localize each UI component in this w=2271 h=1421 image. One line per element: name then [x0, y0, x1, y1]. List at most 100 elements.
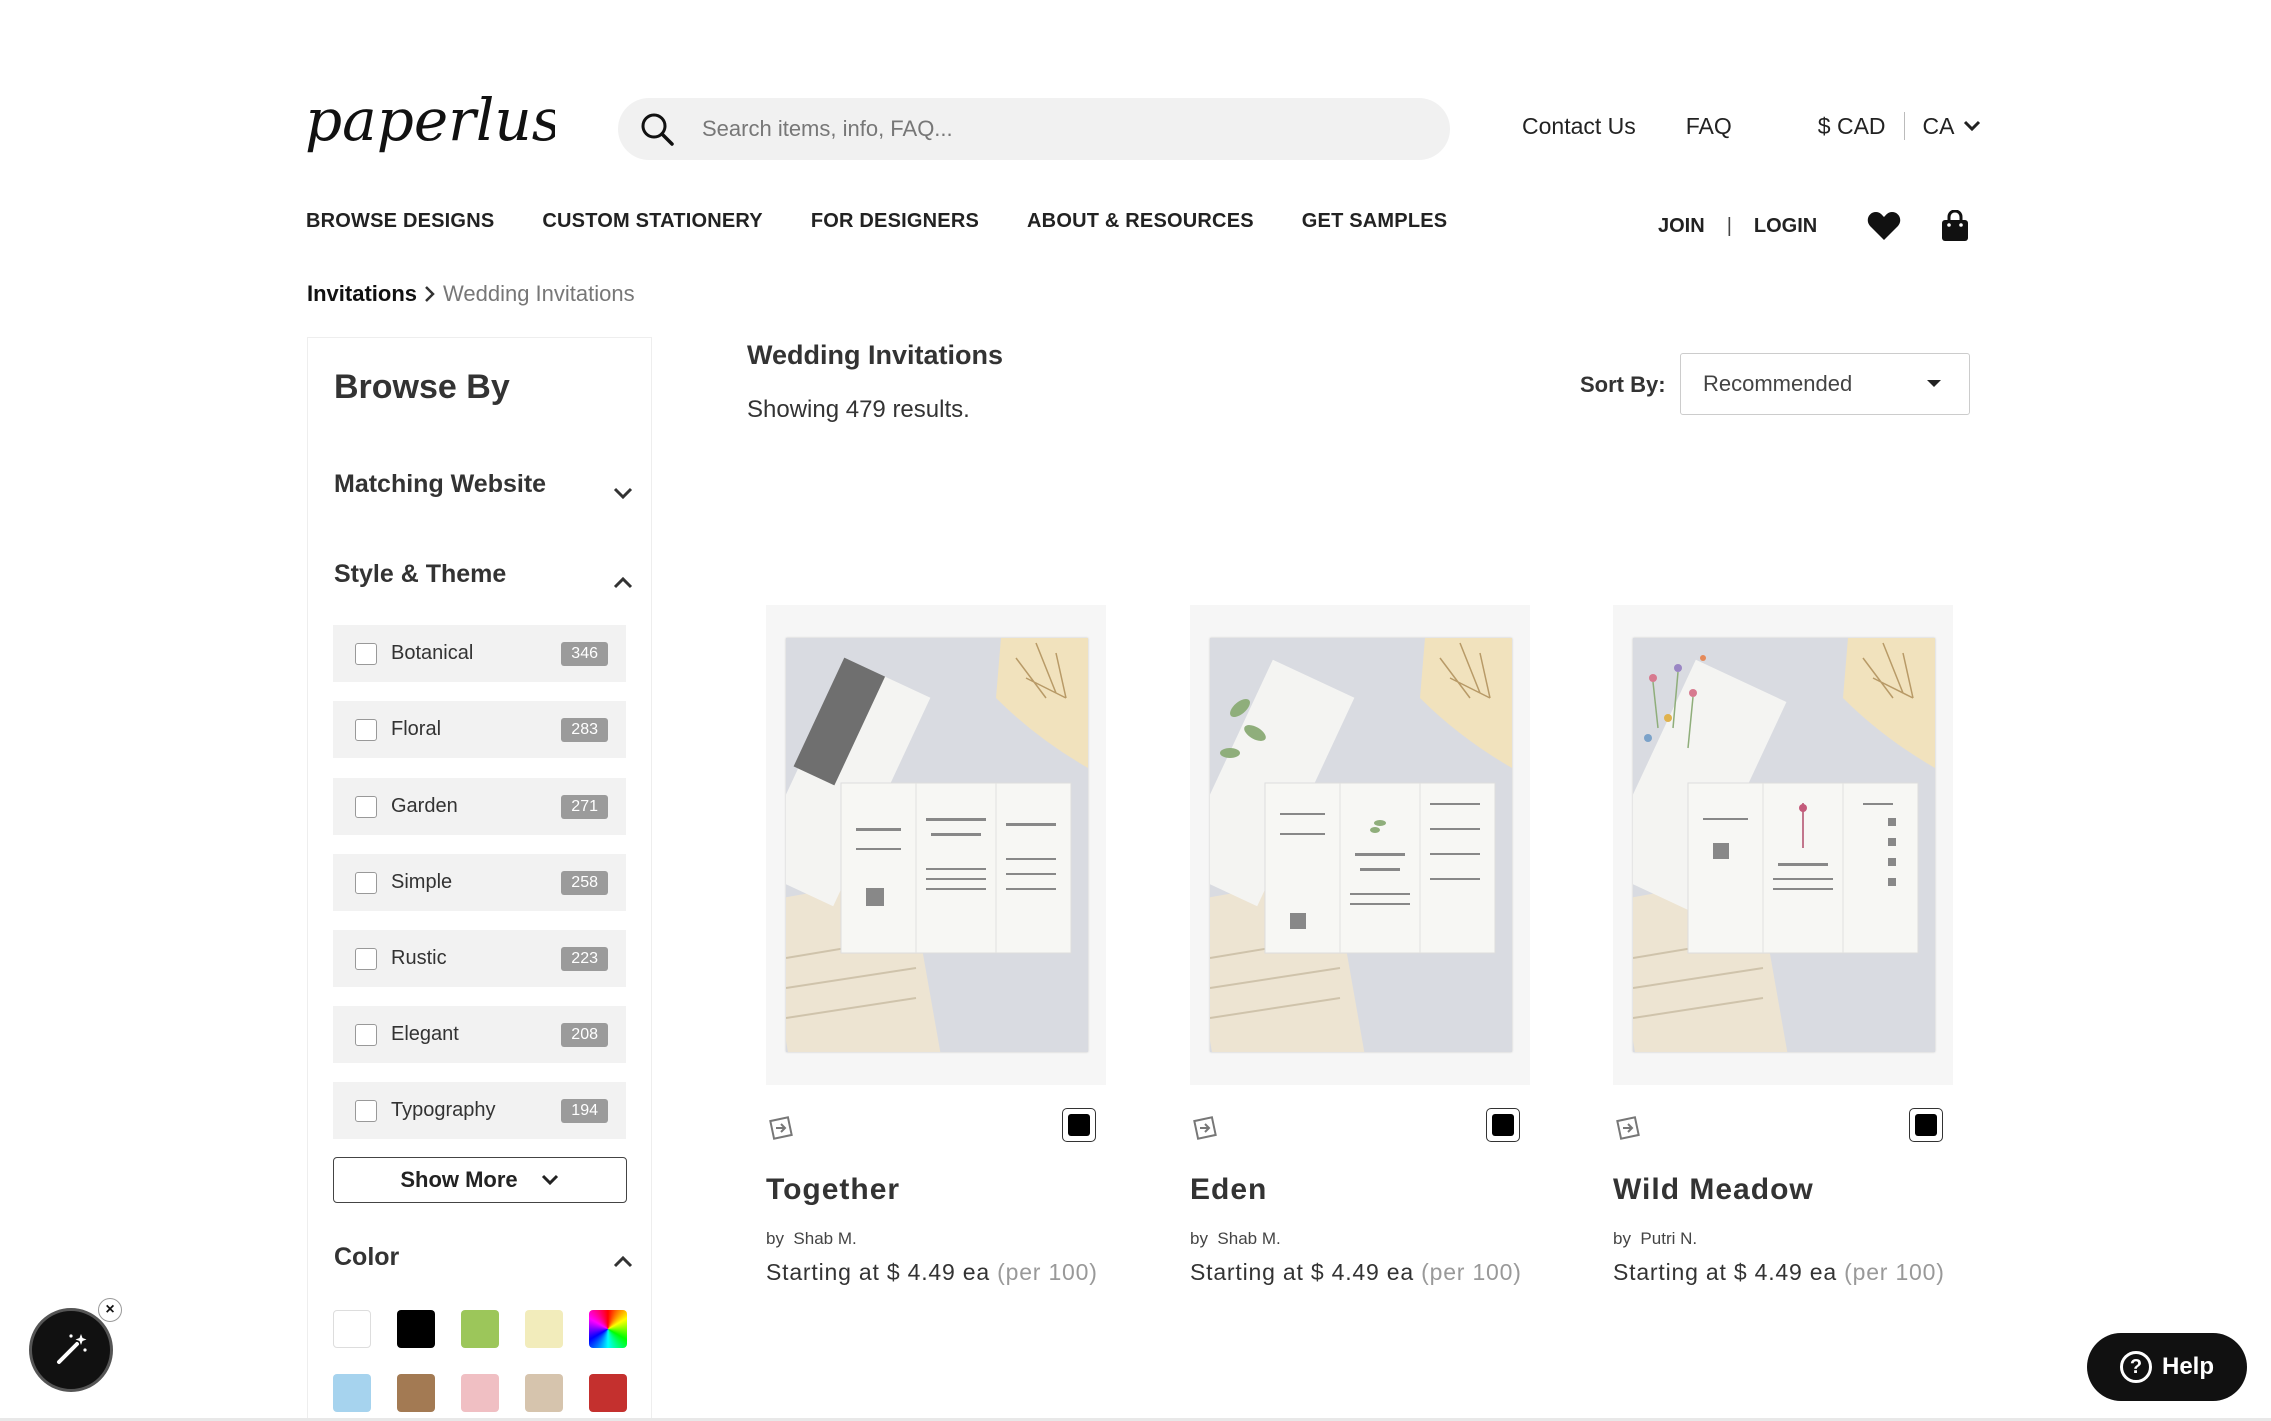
product-image-frame[interactable] — [766, 605, 1106, 1085]
show-more-label: Show More — [400, 1167, 518, 1192]
color-swatch-2[interactable] — [461, 1310, 499, 1348]
color-option-black[interactable] — [1062, 1108, 1096, 1142]
breadcrumb-invitations[interactable]: Invitations — [307, 281, 417, 307]
filter-count: 258 — [561, 870, 608, 895]
product-price: Starting at $ 4.49 ea (per 100) — [1190, 1259, 1522, 1286]
currency-selector[interactable]: $ CAD — [1818, 113, 1886, 140]
filter-option-typography[interactable]: Typography 194 — [333, 1082, 626, 1139]
product-designer: by Shab M. — [1190, 1229, 1281, 1249]
page-title: Wedding Invitations — [747, 340, 1003, 370]
faq-link[interactable]: FAQ — [1686, 113, 1732, 140]
nav-for-designers[interactable]: FOR DESIGNERS — [811, 210, 979, 233]
product-image[interactable] — [1210, 638, 1512, 1052]
product-card[interactable]: Eden by Shab M. Starting at $ 4.49 ea (p… — [1190, 605, 1530, 1285]
sort-value: Recommended — [1703, 371, 1853, 396]
by-label: by — [1190, 1229, 1208, 1248]
region-label: CA — [1922, 112, 1955, 139]
filter-label: Floral — [391, 718, 442, 740]
checkbox[interactable] — [355, 795, 377, 818]
product-card[interactable]: Wild Meadow by Putri N. Starting at $ 4.… — [1613, 605, 1953, 1285]
shopping-bag-icon[interactable] — [1941, 210, 1969, 242]
filter-option-botanical[interactable]: Botanical 346 — [333, 625, 626, 682]
help-button[interactable]: ? Help — [2087, 1333, 2247, 1401]
nav-about-resources[interactable]: ABOUT & RESOURCES — [1027, 210, 1254, 233]
filter-label: Elegant — [391, 1023, 459, 1045]
product-name[interactable]: Eden — [1190, 1173, 1267, 1207]
filter-style-theme[interactable]: Style & Theme — [334, 560, 634, 589]
filter-option-rustic[interactable]: Rustic 223 — [333, 930, 626, 987]
filter-label: Botanical — [391, 642, 474, 664]
color-swatch-7[interactable] — [461, 1374, 499, 1412]
designer-name[interactable]: Shab M. — [1217, 1229, 1280, 1248]
product-image[interactable] — [1633, 638, 1935, 1052]
color-swatch-8[interactable] — [525, 1374, 563, 1412]
magic-assistant-button[interactable] — [29, 1308, 113, 1392]
checkbox[interactable] — [355, 642, 377, 665]
sort-label: Sort By: — [1580, 372, 1666, 397]
checkbox[interactable] — [355, 947, 377, 970]
divider — [1903, 112, 1905, 140]
login-link[interactable]: LOGIN — [1754, 215, 1817, 238]
color-swatch-6[interactable] — [397, 1374, 435, 1412]
checkbox[interactable] — [355, 871, 377, 894]
filter-option-floral[interactable]: Floral 283 — [333, 701, 626, 758]
product-image-frame[interactable] — [1190, 605, 1530, 1085]
designer-name[interactable]: Shab M. — [793, 1229, 856, 1248]
help-label: Help — [2161, 1353, 2214, 1380]
join-link[interactable]: JOIN — [1658, 215, 1705, 238]
magic-wand-icon — [57, 1334, 87, 1364]
search-bar[interactable] — [618, 98, 1450, 160]
logo-text: paperlust — [305, 88, 555, 154]
product-card[interactable]: Together by Shab M. Starting at $ 4.49 e… — [766, 605, 1106, 1285]
price-quantity: (per 100) — [1844, 1259, 1945, 1285]
color-swatch-9[interactable] — [589, 1374, 627, 1412]
checkbox[interactable] — [355, 1099, 377, 1122]
heart-icon[interactable] — [1867, 211, 1901, 241]
color-option-black[interactable] — [1486, 1108, 1520, 1142]
caret-down-icon — [1927, 380, 1941, 387]
search-input[interactable] — [702, 116, 1402, 142]
product-designer: by Shab M. — [766, 1229, 857, 1249]
checkbox[interactable] — [355, 1023, 377, 1046]
color-swatch-4[interactable] — [589, 1310, 627, 1348]
main-nav: BROWSE DESIGNS CUSTOM STATIONERY FOR DES… — [306, 210, 1495, 233]
product-image[interactable] — [786, 638, 1088, 1052]
breadcrumb: Invitations Wedding Invitations — [307, 281, 635, 307]
filter-matching-website[interactable]: Matching Website — [334, 470, 634, 500]
show-more-button[interactable]: Show More — [333, 1157, 627, 1203]
checkbox[interactable] — [355, 718, 377, 741]
region-selector[interactable]: CA — [1923, 113, 1983, 140]
filter-color[interactable]: Color — [334, 1243, 634, 1272]
contact-us-link[interactable]: Contact Us — [1522, 113, 1636, 140]
product-price: Starting at $ 4.49 ea (per 100) — [1613, 1259, 1945, 1286]
color-swatch-5[interactable] — [333, 1374, 371, 1412]
product-name[interactable]: Wild Meadow — [1613, 1173, 1814, 1207]
nav-custom-stationery[interactable]: CUSTOM STATIONERY — [542, 210, 762, 233]
nav-browse-designs[interactable]: BROWSE DESIGNS — [306, 210, 494, 233]
digital-sample-icon — [1193, 1116, 1217, 1140]
price-text: Starting at $ 4.49 ea — [1613, 1259, 1837, 1285]
color-swatch — [1915, 1114, 1937, 1136]
search-icon — [641, 113, 674, 146]
product-designer: by Putri N. — [1613, 1229, 1697, 1249]
designer-name[interactable]: Putri N. — [1640, 1229, 1697, 1248]
sidebar-title: Browse By — [334, 368, 510, 406]
section-label: Style & Theme — [334, 560, 507, 588]
filter-option-elegant[interactable]: Elegant 208 — [333, 1006, 626, 1063]
color-swatch-0[interactable] — [333, 1310, 371, 1348]
nav-get-samples[interactable]: GET SAMPLES — [1302, 210, 1448, 233]
color-option-black[interactable] — [1909, 1108, 1943, 1142]
by-label: by — [766, 1229, 784, 1248]
sort-dropdown[interactable]: Recommended — [1680, 353, 1970, 415]
product-image-frame[interactable] — [1613, 605, 1953, 1085]
color-swatch-3[interactable] — [525, 1310, 563, 1348]
product-name[interactable]: Together — [766, 1173, 900, 1207]
filter-count: 283 — [561, 717, 608, 742]
chevron-right-icon — [425, 286, 435, 302]
filter-option-simple[interactable]: Simple 258 — [333, 854, 626, 911]
filter-option-garden[interactable]: Garden 271 — [333, 778, 626, 835]
paperlust-logo[interactable]: paperlust — [305, 86, 586, 168]
close-icon[interactable]: × — [98, 1298, 122, 1322]
color-swatch-1[interactable] — [397, 1310, 435, 1348]
filter-count: 208 — [561, 1022, 608, 1047]
